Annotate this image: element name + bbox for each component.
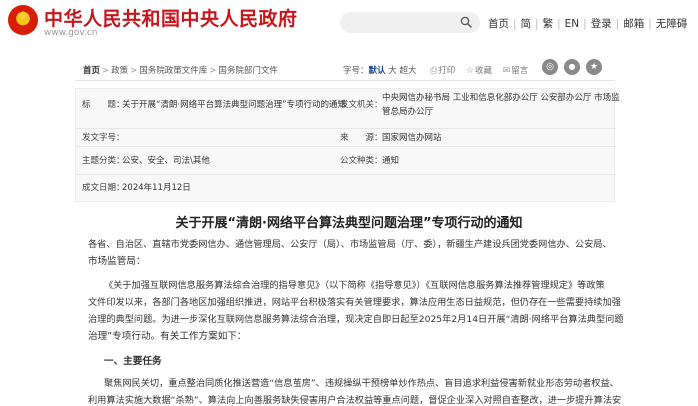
nav-home[interactable]: 首页: [488, 16, 509, 31]
nav-accessibility[interactable]: 无障碍: [656, 16, 688, 31]
meta-type-value: 通知: [382, 156, 400, 166]
document-metadata: 标 题： 关于开展“清朗·网络平台算法典型问题治理”专项行动的通知 发文机关： …: [75, 88, 620, 202]
wechat-icon[interactable]: [564, 59, 580, 75]
salutation-line1: 各省、自治区、直辖市党委网信办、通信管理局、公安厅（局）、市场监管局（厅、委），…: [88, 239, 612, 250]
comment-icon: ✉: [502, 66, 511, 76]
meta-issuer-value-line1: 中央网信办秘书局 工业和信息化部办公厅 公安部办公厅 市场监: [382, 93, 620, 103]
meta-issuer-label: 发文机关：: [340, 100, 383, 110]
favorite-button[interactable]: ☆收藏: [466, 64, 496, 76]
search-icon[interactable]: [460, 16, 472, 28]
breadcrumb: 首页 > 政策 > 国务院政策文件库 > 国务院部门文件: [83, 64, 278, 76]
paragraph1-line4: 治理”专项行动。有关工作方案如下：: [88, 331, 247, 342]
site-header: 中华人民共和国中央人民政府 www.gov.cn 首页|简|繁|EN|登录|邮箱…: [0, 0, 698, 44]
paragraph1-line3: 治理的典型问题。为进一步深化互联网信息服务算法综合治理，现决定自即日起至2025…: [88, 314, 624, 325]
meta-topic-value: 公安、安全、司法\其他: [122, 156, 210, 166]
breadcrumb-policy-library[interactable]: 国务院政策文件库: [139, 64, 207, 76]
breadcrumb-separator: >: [102, 66, 110, 76]
font-size-switcher: 字号：默认 大 超大: [343, 64, 416, 76]
site-title[interactable]: 中华人民共和国中央人民政府: [44, 4, 298, 31]
national-emblem-icon[interactable]: [8, 5, 38, 35]
nav-divider: |: [513, 18, 517, 30]
font-size-large[interactable]: 大: [388, 66, 397, 76]
meta-source-value[interactable]: 国家网信办网站: [382, 132, 442, 145]
weibo-icon[interactable]: [542, 59, 558, 75]
nav-simplified[interactable]: 简: [521, 16, 532, 31]
meta-docno-label: 发文字号：: [82, 133, 125, 143]
meta-title-label: 标 题：: [82, 100, 125, 110]
meta-date-value: 2024年11月12日: [122, 183, 191, 193]
breadcrumb-bar: 首页 > 政策 > 国务院政策文件库 > 国务院部门文件 字号：默认 大 超大 ⎙打印 ☆收…: [75, 59, 615, 81]
meta-issuer-value-line2: 管总局办公厅: [382, 107, 434, 117]
meta-source-label: 来 源：: [340, 133, 383, 143]
meta-row-title: 标 题： 关于开展“清朗·网络平台算法典型问题治理”专项行动的通知 发文机关： …: [76, 89, 620, 129]
paragraph1-line1: 《关于加强互联网信息服务算法综合治理的指导意见》（以下简称《指导意见》）《互联网…: [104, 280, 605, 291]
search-input[interactable]: [350, 15, 455, 30]
paragraph1-line2: 文件印发以来，各部门各地区加强组织推进，网站平台积极落实有关管理要求，算法应用生…: [88, 297, 621, 308]
nav-divider: |: [557, 18, 561, 30]
salutation-line2: 市场监管局：: [88, 256, 146, 267]
search-box[interactable]: [340, 12, 480, 33]
nav-traditional[interactable]: 繁: [543, 16, 554, 31]
nav-divider: |: [648, 18, 652, 30]
top-nav: 首页 | 简 | 繁 | EN | 登录 | 邮箱 | 无障碍: [488, 16, 687, 31]
nav-divider: |: [615, 18, 620, 30]
meta-type-label: 公文种类：: [340, 156, 383, 166]
star-icon: ☆: [465, 66, 474, 76]
breadcrumb-policy[interactable]: 政策: [111, 64, 128, 76]
print-label: 打印: [438, 66, 456, 76]
comment-label: 留言: [511, 66, 529, 76]
breadcrumb-separator: >: [209, 66, 217, 76]
meta-row-date: 成文日期： 2024年11月12日: [76, 175, 616, 202]
font-size-default[interactable]: 默认: [369, 66, 386, 76]
meta-date-label: 成文日期：: [82, 183, 125, 193]
paragraph2-line2: 利用算法实施大数据“杀熟”、算法向上向善服务缺失侵害用户合法权益等重点问题，督促…: [88, 395, 622, 406]
paragraph2-line1: 聚焦网民关切，重点整治同质化推送营造“信息茧房”、违规操纵干预榜单炒作热点、盲目…: [104, 378, 619, 389]
nav-divider: |: [583, 18, 587, 30]
print-icon: ⎙: [430, 66, 438, 76]
qzone-icon[interactable]: [586, 59, 602, 75]
nav-login[interactable]: 登录: [591, 16, 612, 31]
meta-title-value: 关于开展“清朗·网络平台算法典型问题治理”专项行动的通知: [122, 100, 347, 110]
nav-english[interactable]: EN: [565, 18, 580, 30]
nav-divider: |: [535, 18, 539, 30]
site-url: www.gov.cn: [44, 28, 98, 38]
breadcrumb-home[interactable]: 首页: [83, 64, 100, 76]
font-size-label: 字号：: [343, 66, 369, 76]
meta-row-topic: 主题分类： 公安、安全、司法\其他 公文种类： 通知: [76, 147, 616, 175]
print-button[interactable]: ⎙打印: [430, 64, 459, 76]
breadcrumb-dept-files[interactable]: 国务院部门文件: [218, 64, 278, 76]
section-heading-1: 一、主要任务: [104, 356, 162, 367]
comment-button[interactable]: ✉留言: [503, 64, 533, 76]
meta-row-docno: 发文字号： 来 源： 国家网信办网站: [76, 129, 616, 147]
font-size-xlarge[interactable]: 超大: [399, 66, 416, 76]
meta-topic-label: 主题分类：: [82, 156, 125, 166]
favorite-label: 收藏: [475, 66, 493, 76]
nav-mail[interactable]: 邮箱: [623, 16, 644, 31]
article-title: 关于开展“清朗·网络平台算法典型问题治理”专项行动的通知: [175, 216, 523, 231]
article-tools: ⎙打印 ☆收藏 ✉留言: [430, 64, 536, 76]
breadcrumb-separator: >: [130, 66, 138, 76]
